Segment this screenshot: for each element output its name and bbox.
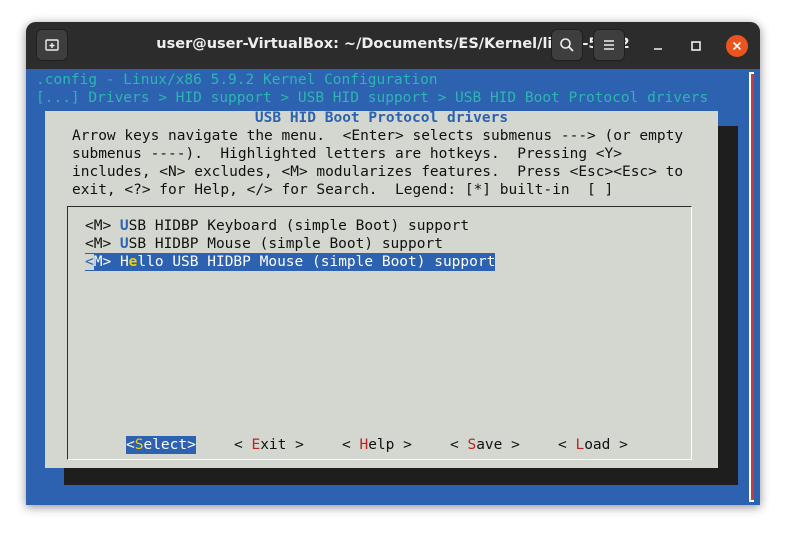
help-text-line: includes, <N> excludes, <M> modularizes … — [72, 164, 684, 180]
help-text-line: Arrow keys navigate the menu. <Enter> se… — [72, 128, 684, 144]
menu-button[interactable] — [593, 29, 625, 61]
hamburger-menu-icon — [604, 40, 614, 50]
close-icon — [732, 41, 742, 51]
terminal-window: user@user-VirtualBox: ~/Documents/ES/Ker… — [26, 22, 760, 505]
dialog-title: USB HID Boot Protocol drivers — [254, 110, 509, 126]
button-hotkey: H — [359, 437, 369, 453]
button-label: elp > — [368, 437, 412, 453]
button-bracket: < — [126, 437, 135, 453]
minimize-icon — [654, 48, 662, 50]
button-hotkey: S — [467, 437, 477, 453]
item-prefix: <M> — [85, 218, 120, 234]
button-hotkey: E — [251, 437, 261, 453]
minimize-button[interactable] — [648, 36, 668, 56]
menu-item-usb-hidbp-keyboard[interactable]: <M> USB HIDBP Keyboard (simple Boot) sup… — [85, 217, 469, 235]
maximize-icon — [691, 41, 701, 51]
terminal-area[interactable]: .config - Linux/x86 5.9.2 Kernel Configu… — [26, 69, 760, 505]
close-button[interactable] — [726, 35, 748, 57]
help-text-line: submenus ----). Highlighted letters are … — [72, 146, 622, 162]
maximize-button[interactable] — [686, 36, 706, 56]
item-label: SB HIDBP Keyboard (simple Boot) support — [128, 218, 470, 234]
search-icon — [560, 38, 574, 52]
item-prefix: <M> — [85, 236, 120, 252]
button-bracket: < — [342, 437, 360, 453]
help-button[interactable]: < Help > — [342, 436, 412, 454]
exit-button[interactable]: < Exit > — [234, 436, 304, 454]
help-text-line: exit, <?> for Help, </> for Search. Lege… — [72, 182, 614, 198]
item-label: SB HIDBP Mouse (simple Boot) support — [128, 236, 443, 252]
text-cursor: < — [85, 254, 94, 270]
item-hotkey: U — [119, 236, 129, 252]
item-lead: H — [119, 254, 129, 270]
menu-item-usb-hidbp-mouse[interactable]: <M> USB HIDBP Mouse (simple Boot) suppor… — [85, 235, 443, 253]
item-label: llo USB HIDBP Mouse (simple Boot) suppor… — [137, 254, 496, 270]
button-bracket: < — [450, 437, 468, 453]
button-label: xit > — [260, 437, 304, 453]
item-prefix: M> — [93, 254, 120, 270]
scrollbar-thumb[interactable] — [751, 74, 754, 500]
button-label: ave > — [476, 437, 520, 453]
menu-item-hello-usb-hidbp-mouse[interactable]: <M> Hello USB HIDBP Mouse (simple Boot) … — [85, 253, 496, 271]
select-button[interactable]: <Select> — [126, 436, 196, 454]
load-button[interactable]: < Load > — [558, 436, 628, 454]
button-label: elect> — [143, 437, 196, 453]
button-bracket: < — [234, 437, 252, 453]
search-button[interactable] — [551, 29, 583, 61]
breadcrumb: [...] Drivers > HID support > USB HID su… — [36, 90, 709, 106]
title-bar: user@user-VirtualBox: ~/Documents/ES/Ker… — [26, 22, 760, 69]
button-hotkey: L — [575, 437, 585, 453]
button-bracket: < — [558, 437, 576, 453]
config-header: .config - Linux/x86 5.9.2 Kernel Configu… — [36, 72, 438, 88]
save-button[interactable]: < Save > — [450, 436, 520, 454]
item-hotkey: U — [119, 218, 129, 234]
menuconfig-dialog: USB HID Boot Protocol drivers Arrow keys… — [45, 110, 718, 468]
button-label: oad > — [584, 437, 628, 453]
